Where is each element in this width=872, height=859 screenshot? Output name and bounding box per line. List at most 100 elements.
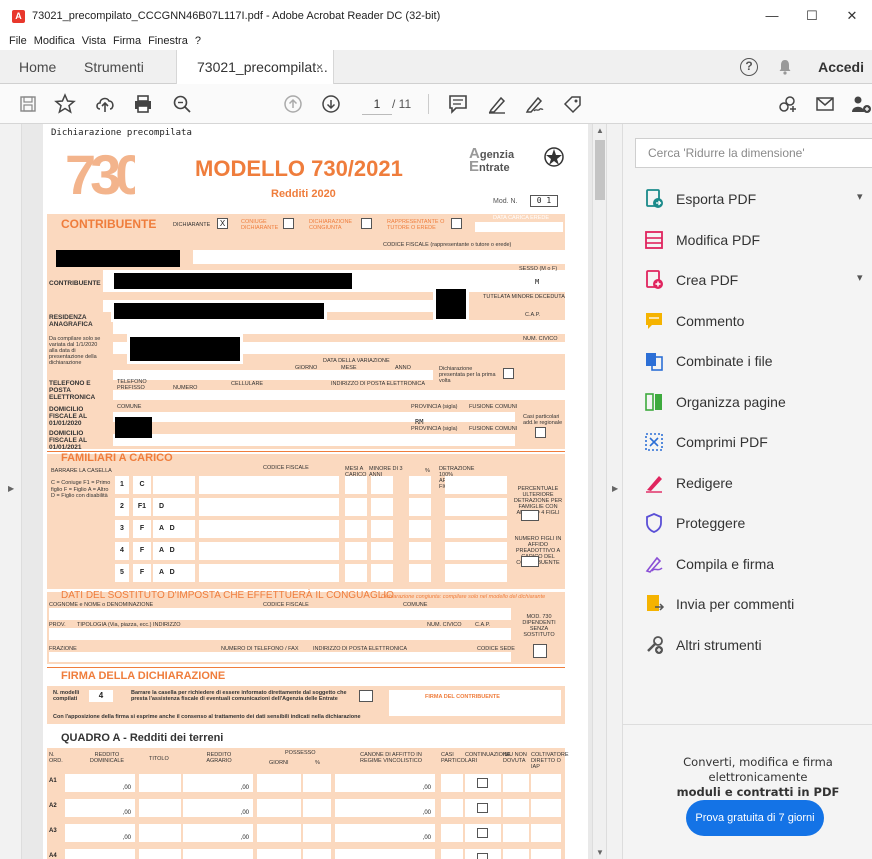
quadro-cell-field[interactable] (441, 774, 463, 792)
familiare-cf-field[interactable] (199, 564, 339, 582)
free-trial-button[interactable]: Prova gratuita di 7 giorni (686, 800, 824, 836)
continuazione-checkbox[interactable] (477, 778, 488, 788)
close-tab-icon[interactable]: × (316, 50, 323, 84)
familiare-detail-field[interactable] (371, 542, 393, 560)
familiare-relation[interactable]: C (133, 476, 151, 494)
quadro-cell-field[interactable] (465, 774, 501, 792)
sostituto-row2-field[interactable] (49, 628, 511, 640)
familiare-relation[interactable]: F (133, 520, 151, 538)
menu-file[interactable]: File (9, 35, 27, 47)
continuazione-checkbox[interactable] (477, 803, 488, 813)
tab-home[interactable]: Home (19, 50, 56, 84)
rapp-row-field[interactable] (193, 250, 565, 264)
quadro-cell-field[interactable] (503, 774, 529, 792)
tool-item[interactable]: Modifica PDF (643, 228, 760, 252)
familiare-flags[interactable]: A D (153, 542, 195, 560)
quadro-cell-field[interactable] (257, 824, 301, 842)
quadro-cell-field[interactable] (441, 849, 463, 859)
familiare-cf-field[interactable] (199, 520, 339, 538)
quadro-cell-field[interactable] (441, 824, 463, 842)
quadro-cell-field[interactable]: ,00 (335, 799, 435, 817)
familiare-detail-field[interactable] (445, 498, 507, 516)
upload-cloud-icon[interactable] (94, 93, 116, 115)
familiare-detail-field[interactable] (345, 520, 367, 538)
tools-search-input[interactable]: Cerca 'Ridurre la dimensione' (635, 138, 872, 168)
dichiarante-checkbox[interactable]: X (217, 218, 228, 229)
comment-icon[interactable] (447, 93, 469, 115)
menu-firma[interactable]: Firma (113, 35, 141, 47)
sostituto-row3-field[interactable] (49, 652, 511, 662)
document-view[interactable]: Dichiarazione precompilata 730 MODELLO 7… (22, 124, 592, 859)
familiare-cf-field[interactable] (199, 476, 339, 494)
quadro-cell-field[interactable] (257, 849, 301, 859)
residenza-row3-field[interactable] (113, 370, 433, 380)
familiare-detail-field[interactable] (445, 564, 507, 582)
continuazione-checkbox[interactable] (477, 828, 488, 838)
login-button[interactable]: Accedi (818, 59, 864, 75)
minimize-button[interactable]: — (752, 0, 792, 32)
print-icon[interactable] (132, 93, 154, 115)
quadro-cell-field[interactable] (257, 799, 301, 817)
share-tag-icon[interactable] (561, 93, 583, 115)
share-link-icon[interactable] (776, 93, 798, 115)
tool-item[interactable]: Comprimi PDF (643, 430, 768, 454)
quadro-cell-field[interactable] (139, 774, 181, 792)
familiare-detail-field[interactable] (445, 542, 507, 560)
quadro-cell-field[interactable] (503, 849, 529, 859)
highlight-pen-icon[interactable] (486, 93, 508, 115)
quadro-cell-field[interactable] (257, 774, 301, 792)
quadro-cell-field[interactable]: ,00 (65, 799, 135, 817)
tool-item[interactable]: Organizza pagine (643, 390, 786, 414)
quadro-cell-field[interactable]: ,00 (183, 824, 253, 842)
menu-modifica[interactable]: Modifica (34, 35, 75, 47)
quadro-cell-field[interactable]: ,00 (183, 799, 253, 817)
tool-item[interactable]: Invia per commenti (643, 592, 794, 616)
quadro-cell-field[interactable] (465, 824, 501, 842)
chevron-down-icon[interactable]: ▾ (857, 190, 863, 203)
familiare-flags[interactable]: A D (153, 520, 195, 538)
tab-document[interactable]: 73021_precompilat... × (176, 50, 334, 85)
quadro-cell-field[interactable]: ,00 (335, 824, 435, 842)
continuazione-checkbox[interactable] (477, 853, 488, 859)
menu-vista[interactable]: Vista (82, 35, 106, 47)
familiare-cf-field[interactable] (199, 498, 339, 516)
familiare-detail-field[interactable] (371, 476, 393, 494)
quadro-cell-field[interactable] (531, 774, 561, 792)
familiare-detail-field[interactable] (371, 498, 393, 516)
quadro-cell-field[interactable] (465, 799, 501, 817)
add-user-icon[interactable] (850, 93, 872, 115)
quadro-cell-field[interactable] (303, 799, 331, 817)
familiare-relation[interactable]: F1 (133, 498, 151, 516)
tool-item[interactable]: Redigere (643, 471, 733, 495)
document-scrollbar[interactable]: ▲ ▼ (592, 124, 606, 859)
familiare-detail-field[interactable] (409, 476, 431, 494)
familiare-detail-field[interactable] (409, 542, 431, 560)
quadro-cell-field[interactable] (465, 849, 501, 859)
familiare-flags[interactable]: A D (153, 564, 195, 582)
casi-particolari-checkbox[interactable] (535, 427, 546, 438)
right-panel-toggle[interactable]: ▶ (606, 124, 623, 859)
quadro-cell-field[interactable]: ,00 (65, 774, 135, 792)
perc-ult-field[interactable] (521, 510, 539, 521)
quadro-cell-field[interactable] (503, 824, 529, 842)
scroll-down-icon[interactable]: ▼ (596, 848, 604, 857)
tool-item[interactable]: Compila e firma (643, 552, 774, 576)
page-number-input[interactable]: 1 (362, 93, 392, 115)
email-icon[interactable] (814, 93, 836, 115)
tool-item[interactable]: Commento (643, 309, 744, 333)
save-icon[interactable] (17, 93, 39, 115)
familiare-flags[interactable] (153, 476, 195, 494)
data-carica-field[interactable] (475, 222, 563, 232)
rappresentante-checkbox[interactable] (451, 218, 462, 229)
sostituto-row1-field[interactable] (49, 608, 511, 620)
quadro-cell-field[interactable]: ,00 (183, 849, 253, 859)
familiare-detail-field[interactable] (345, 542, 367, 560)
quadro-cell-field[interactable] (139, 824, 181, 842)
quadro-cell-field[interactable] (303, 849, 331, 859)
quadro-cell-field[interactable] (531, 799, 561, 817)
maximize-button[interactable]: ☐ (792, 0, 832, 32)
bell-icon[interactable] (778, 59, 792, 75)
quadro-cell-field[interactable] (139, 849, 181, 859)
sign-icon[interactable] (523, 93, 545, 115)
help-icon[interactable]: ? (740, 58, 759, 76)
